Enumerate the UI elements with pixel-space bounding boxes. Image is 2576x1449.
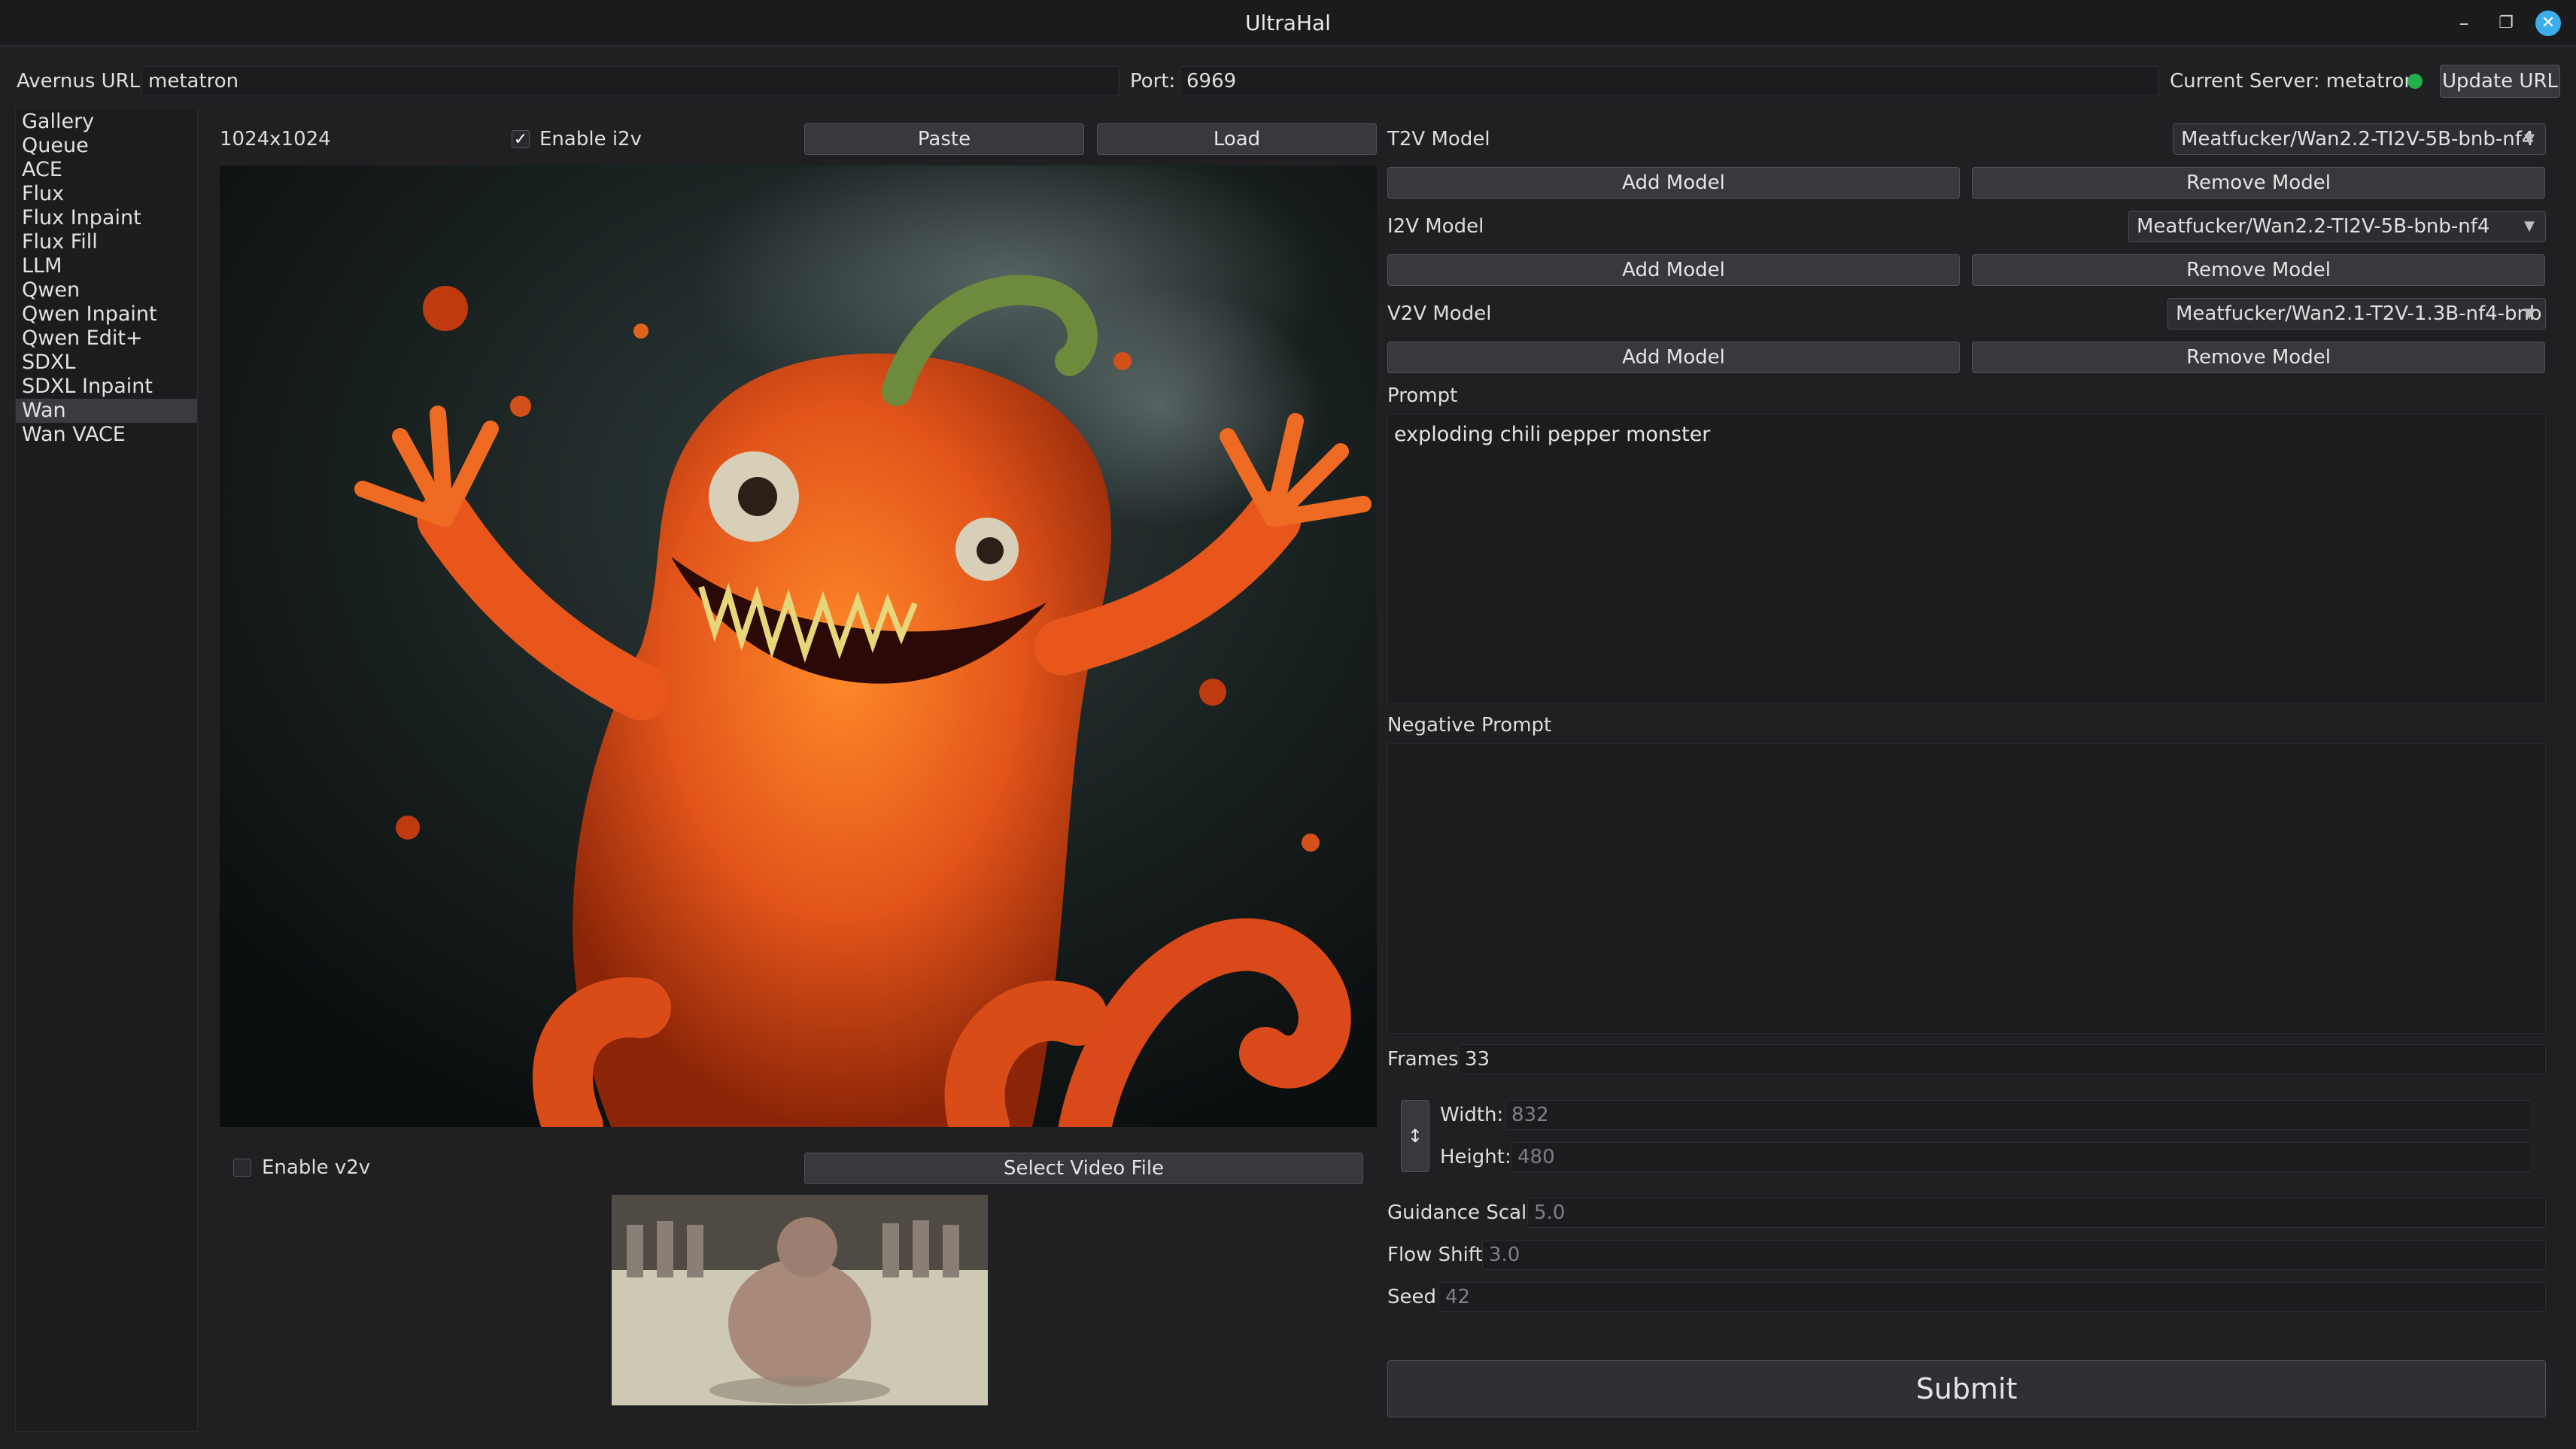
width-input[interactable]: 832	[1505, 1100, 2532, 1130]
prompt-label: Prompt	[1387, 384, 1458, 407]
sidebar-item-qwen-edit[interactable]: Qwen Edit+	[16, 327, 197, 351]
sidebar-item-llm[interactable]: LLM	[16, 254, 197, 278]
v2v-model-select[interactable]: Meatfucker/Wan2.1-T2V-1.3B-nf4-bnb ▼	[2167, 298, 2546, 330]
enable-i2v-label: Enable i2v	[539, 128, 642, 150]
frames-label: Frames	[1387, 1048, 1459, 1071]
i2v-model-label: I2V Model	[1387, 215, 1484, 238]
enable-v2v-checkbox[interactable]: ✓	[233, 1159, 251, 1177]
swap-dimensions-icon[interactable]: ↕	[1401, 1100, 1429, 1172]
sidebar-item-qwen[interactable]: Qwen	[16, 278, 197, 302]
submit-button[interactable]: Submit	[1387, 1360, 2546, 1417]
port-input[interactable]: 6969	[1180, 66, 2159, 96]
select-video-file-button[interactable]: Select Video File	[804, 1153, 1363, 1184]
sidebar-item-sdxl[interactable]: SDXL	[16, 351, 197, 375]
minimize-icon[interactable]: –	[2451, 11, 2477, 36]
t2v-model-value: Meatfucker/Wan2.2-TI2V-5B-bnb-nf4	[2181, 128, 2535, 150]
close-icon[interactable]: ✕	[2535, 11, 2561, 36]
i2v-model-select[interactable]: Meatfucker/Wan2.2-TI2V-5B-bnb-nf4 ▼	[2128, 211, 2546, 242]
seed-label: Seed	[1387, 1286, 1436, 1308]
v2v-model-value: Meatfucker/Wan2.1-T2V-1.3B-nf4-bnb	[2176, 302, 2542, 325]
width-label: Width:	[1440, 1104, 1504, 1126]
t2v-model-label: T2V Model	[1387, 128, 1490, 150]
negative-prompt-label: Negative Prompt	[1387, 714, 1552, 737]
chevron-down-icon: ▼	[2524, 305, 2535, 321]
sidebar-item-wan-vace[interactable]: Wan VACE	[16, 423, 197, 447]
height-input[interactable]: 480	[1511, 1142, 2532, 1172]
load-button[interactable]: Load	[1097, 123, 1377, 155]
v2v-model-label: V2V Model	[1387, 302, 1492, 325]
guidance-scale-label: Guidance Scale	[1387, 1201, 1539, 1224]
chevron-down-icon: ▼	[2524, 218, 2535, 234]
sidebar: Gallery Queue ACE Flux Flux Inpaint Flux Fill…	[15, 108, 198, 1432]
chevron-down-icon: ▼	[2524, 131, 2535, 147]
sidebar-item-queue[interactable]: Queue	[16, 134, 197, 158]
avernus-url-label: Avernus URL:	[17, 70, 147, 93]
seed-input[interactable]: 42	[1438, 1282, 2546, 1312]
i2v-add-model-button[interactable]: Add Model	[1387, 254, 1960, 286]
sidebar-item-flux[interactable]: Flux	[16, 182, 197, 206]
avernus-url-input[interactable]: metatron	[141, 66, 1119, 96]
port-label: Port:	[1130, 70, 1176, 93]
flow-shift-label: Flow Shift	[1387, 1244, 1483, 1266]
resolution-label: 1024x1024	[220, 128, 331, 150]
t2v-add-model-button[interactable]: Add Model	[1387, 167, 1960, 199]
t2v-model-select[interactable]: Meatfucker/Wan2.2-TI2V-5B-bnb-nf4 ▼	[2173, 123, 2546, 155]
v2v-add-model-button[interactable]: Add Model	[1387, 342, 1960, 373]
sidebar-item-flux-inpaint[interactable]: Flux Inpaint	[16, 206, 197, 230]
frames-input[interactable]: 33	[1458, 1044, 2546, 1074]
sidebar-item-sdxl-inpaint[interactable]: SDXL Inpaint	[16, 375, 197, 399]
t2v-remove-model-button[interactable]: Remove Model	[1972, 167, 2545, 199]
update-url-button[interactable]: Update URL	[2440, 65, 2560, 98]
restore-icon[interactable]: ❐	[2493, 11, 2519, 36]
current-server-label: Current Server: metatron	[2170, 70, 2417, 93]
flow-shift-input[interactable]: 3.0	[1482, 1240, 2546, 1270]
sidebar-item-ace[interactable]: ACE	[16, 158, 197, 182]
video-thumbnail-art	[612, 1195, 988, 1405]
v2v-remove-model-button[interactable]: Remove Model	[1972, 342, 2545, 373]
i2v-remove-model-button[interactable]: Remove Model	[1972, 254, 2545, 286]
window-title: UltraHal	[1245, 11, 1331, 35]
video-thumbnail	[612, 1195, 988, 1405]
height-label: Height:	[1440, 1146, 1511, 1168]
input-image	[220, 166, 1377, 1127]
negative-prompt-textarea[interactable]	[1387, 743, 2546, 1034]
server-status-indicator	[2407, 74, 2423, 89]
prompt-textarea[interactable]: exploding chili pepper monster	[1387, 414, 2546, 704]
sidebar-item-qwen-inpaint[interactable]: Qwen Inpaint	[16, 302, 197, 327]
paste-button[interactable]: Paste	[804, 123, 1084, 155]
enable-v2v-label: Enable v2v	[262, 1156, 371, 1179]
sidebar-item-gallery[interactable]: Gallery	[16, 110, 197, 134]
sidebar-item-wan[interactable]: Wan	[16, 399, 197, 423]
i2v-model-value: Meatfucker/Wan2.2-TI2V-5B-bnb-nf4	[2137, 215, 2490, 238]
guidance-scale-input[interactable]: 5.0	[1527, 1198, 2546, 1228]
sidebar-item-flux-fill[interactable]: Flux Fill	[16, 230, 197, 254]
enable-i2v-checkbox[interactable]: ✓	[512, 130, 530, 149]
input-image-art	[220, 166, 1377, 1127]
